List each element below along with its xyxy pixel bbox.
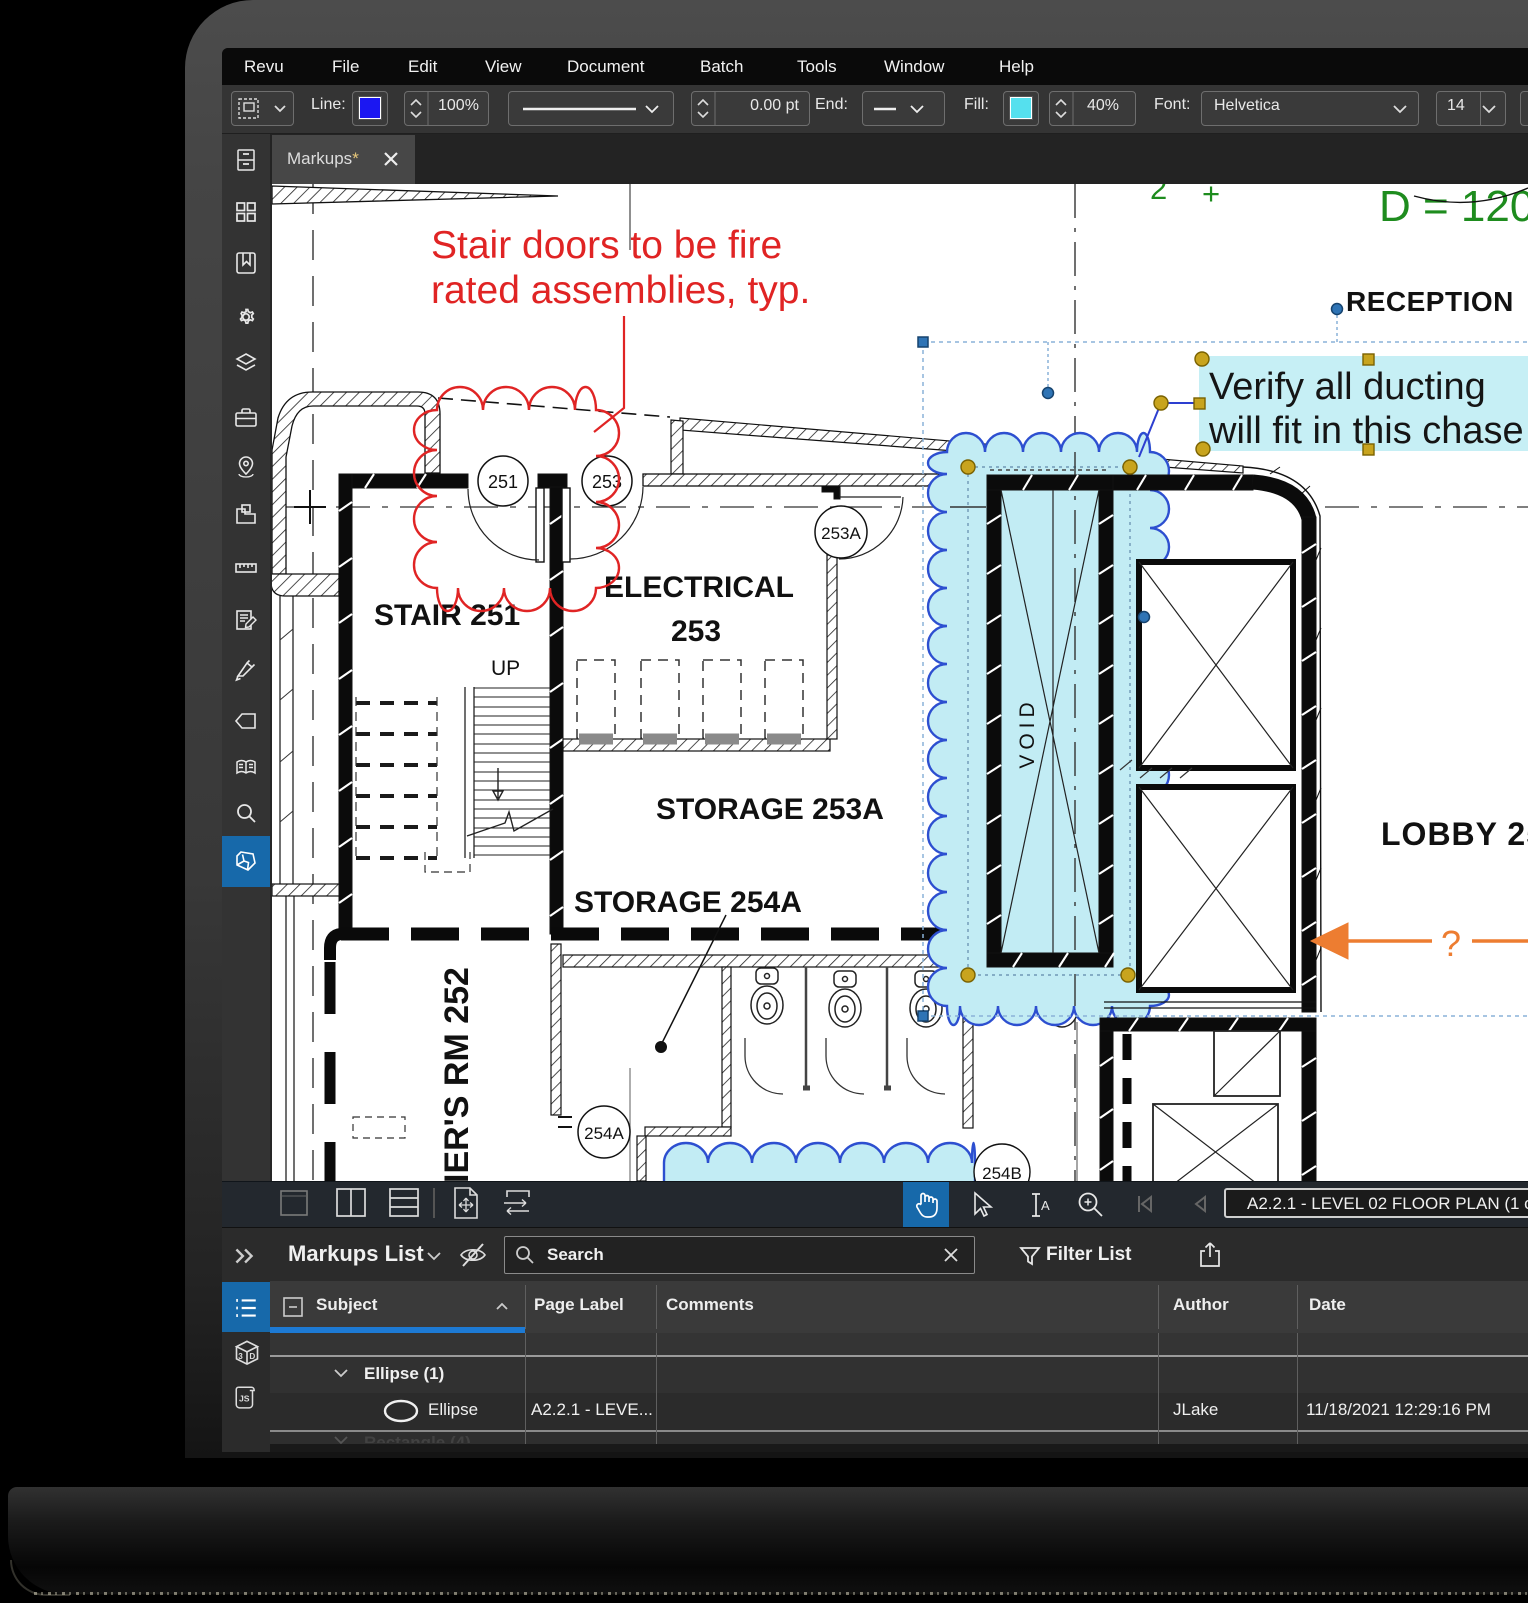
svg-text:D = 120: D = 120 [1379,184,1528,231]
svg-text:?: ? [1441,923,1461,964]
svg-text:251: 251 [488,472,518,492]
svg-text:+: + [1202,184,1220,211]
svg-text:rated assemblies, typ.: rated assemblies, typ. [431,269,810,312]
svg-text:LOBBY 256: LOBBY 256 [1381,816,1528,852]
svg-text:A: A [1041,1198,1050,1213]
svg-text:RECEPTION: RECEPTION [1346,286,1514,317]
svg-text:2: 2 [1150,184,1167,206]
svg-text:STORAGE 253A: STORAGE 253A [656,793,884,826]
svg-text:ELECTRICAL: ELECTRICAL [604,571,794,604]
svg-text:3: 3 [238,1352,243,1361]
svg-text:Verify all ducting: Verify all ducting [1209,366,1486,408]
svg-text:UP: UP [491,657,520,680]
svg-text:STORAGE 254A: STORAGE 254A [574,886,802,919]
svg-text:Stair doors to be fire: Stair doors to be fire [431,224,782,267]
svg-text:IER'S RM 252: IER'S RM 252 [438,967,476,1181]
svg-text:D: D [249,1352,255,1361]
svg-text:254A: 254A [584,1124,624,1143]
svg-text:253: 253 [671,615,721,648]
svg-text:253A: 253A [821,524,861,543]
svg-text:254B: 254B [982,1164,1022,1181]
svg-text:VOID: VOID [1016,697,1039,768]
svg-text:JS: JS [239,1393,250,1403]
